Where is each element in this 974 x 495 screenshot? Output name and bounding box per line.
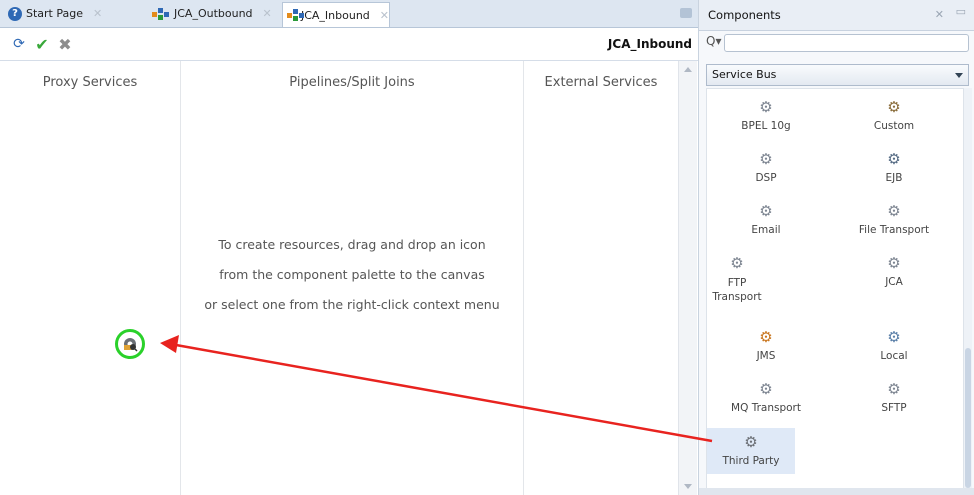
palette-item-bpel-10g[interactable]: ⚙ BPEL 10g — [707, 99, 825, 132]
canvas-hint-line: To create resources, drag and drop an ic… — [218, 237, 486, 252]
jca-icon — [152, 7, 170, 20]
palette-item-custom[interactable]: ⚙ Custom — [835, 99, 953, 132]
local-gear-icon: ⚙ — [887, 328, 901, 346]
category-label: Service Bus — [712, 68, 777, 81]
tab-label: JCA_Inbound — [300, 8, 370, 22]
palette-title: Components — [708, 8, 781, 22]
item-label: Email — [751, 224, 781, 236]
column-proxy-services: Proxy Services — [42, 75, 138, 90]
palette-item-mq-transport[interactable]: ⚙ MQ Transport — [707, 381, 825, 414]
jca-icon — [287, 9, 304, 21]
palette-search: Q▾ — [704, 32, 969, 56]
palette-item-dsp[interactable]: ⚙ DSP — [707, 151, 825, 184]
item-label: EJB — [885, 172, 903, 184]
column-external-services: External Services — [544, 75, 658, 90]
palette-scrollbar[interactable] — [964, 88, 972, 488]
scroll-down-icon[interactable] — [684, 484, 692, 489]
check-icon[interactable]: ✔ — [33, 35, 51, 54]
palette-items: ⚙ BPEL 10g ⚙ Custom ⚙ DSP ⚙ EJB ⚙ Email … — [706, 88, 964, 490]
search-input[interactable] — [724, 34, 969, 52]
palette-item-local[interactable]: ⚙ Local — [835, 329, 953, 362]
jms-gear-icon: ⚙ — [759, 328, 773, 346]
item-label: Third Party — [722, 455, 780, 467]
palette-item-sftp[interactable]: ⚙ SFTP — [835, 381, 953, 414]
palette-item-ftp-transport[interactable]: ⚙ FTP Transport — [707, 255, 767, 304]
close-icon[interactable]: ✕ — [380, 9, 389, 22]
editor-pane: ? Start Page ✕ JCA_Outbound ✕ JCA_Inboun… — [0, 0, 699, 495]
item-label: JCA — [885, 276, 903, 288]
palette-item-file-transport[interactable]: ⚙ File Transport — [835, 203, 953, 236]
tab-label: JCA_Outbound — [174, 7, 253, 20]
gear-icon: ⚙ — [759, 380, 773, 398]
item-label: FTP Transport — [712, 277, 762, 303]
palette-header: Components ✕ ▭ — [699, 0, 974, 31]
canvas-hint-line: from the component palette to the canvas — [219, 267, 485, 282]
item-label: MQ Transport — [731, 402, 801, 414]
palette-footer — [699, 488, 974, 495]
gear-icon: ⚙ — [730, 254, 744, 272]
gear-icon: ⚙ — [759, 98, 773, 116]
chevron-down-icon — [955, 73, 963, 78]
scroll-up-icon[interactable] — [684, 67, 692, 72]
tab-start-page[interactable]: ? Start Page ✕ — [4, 3, 144, 24]
tab-jca-inbound[interactable]: JCA_Inbound ✕ — [282, 2, 390, 27]
gear-icon: ⚙ — [759, 202, 773, 220]
search-icon[interactable]: Q▾ — [706, 34, 726, 54]
tab-jca-outbound[interactable]: JCA_Outbound ✕ — [148, 3, 278, 24]
third-party-gear-icon: ⚙ — [744, 433, 758, 451]
close-icon[interactable]: ✕ — [93, 7, 102, 20]
gear-icon: ⚙ — [887, 380, 901, 398]
item-label: DSP — [755, 172, 777, 184]
delete-icon[interactable]: ✖ — [56, 35, 74, 54]
editor-title: JCA_Inbound — [607, 37, 692, 51]
canvas-scrollbar[interactable] — [678, 61, 697, 495]
canvas-hint-line: or select one from the right-click conte… — [204, 297, 500, 312]
palette-item-jca[interactable]: ⚙ JCA — [835, 255, 953, 288]
component-palette: Components ✕ ▭ Q▾ Service Bus ⚙ BPEL 10g… — [699, 0, 974, 495]
canvas[interactable]: Proxy Services Pipelines/Split Joins Ext… — [0, 61, 698, 495]
close-icon[interactable]: ✕ — [263, 7, 272, 20]
palette-item-email[interactable]: ⚙ Email — [707, 203, 825, 236]
custom-gear-icon: ⚙ — [887, 98, 901, 116]
gear-icon: ⚙ — [887, 202, 901, 220]
scroll-thumb[interactable] — [965, 348, 971, 488]
editor-toolbar: ⟳ ✔ ✖ JCA_Inbound — [0, 28, 698, 61]
palette-item-jms[interactable]: ⚙ JMS — [707, 329, 825, 362]
category-select[interactable]: Service Bus — [706, 64, 969, 86]
palette-item-ejb[interactable]: ⚙ EJB — [835, 151, 953, 184]
column-pipelines: Pipelines/Split Joins — [289, 75, 415, 90]
third-party-gear-icon — [124, 338, 138, 352]
item-label: Custom — [873, 120, 915, 132]
tab-label: Start Page — [26, 7, 83, 20]
gear-icon: ⚙ — [887, 254, 901, 272]
tab-bar: ? Start Page ✕ JCA_Outbound ✕ JCA_Inboun… — [0, 0, 698, 28]
gear-icon: ⚙ — [759, 150, 773, 168]
item-label: File Transport — [858, 224, 930, 236]
tab-list-dropdown-icon[interactable] — [680, 8, 692, 18]
item-label: SFTP — [881, 402, 907, 414]
item-label: Local — [880, 350, 908, 362]
item-label: BPEL 10g — [741, 120, 791, 132]
item-label: JMS — [756, 350, 776, 362]
palette-item-third-party[interactable]: ⚙ Third Party — [707, 428, 795, 474]
minimize-icon[interactable]: ▭ — [956, 5, 966, 18]
close-icon[interactable]: ✕ — [935, 8, 944, 21]
dropped-third-party-icon[interactable] — [115, 329, 145, 359]
ejb-gear-icon: ⚙ — [887, 150, 901, 168]
help-icon: ? — [8, 6, 22, 21]
validate-icon[interactable]: ⟳ — [10, 35, 28, 53]
